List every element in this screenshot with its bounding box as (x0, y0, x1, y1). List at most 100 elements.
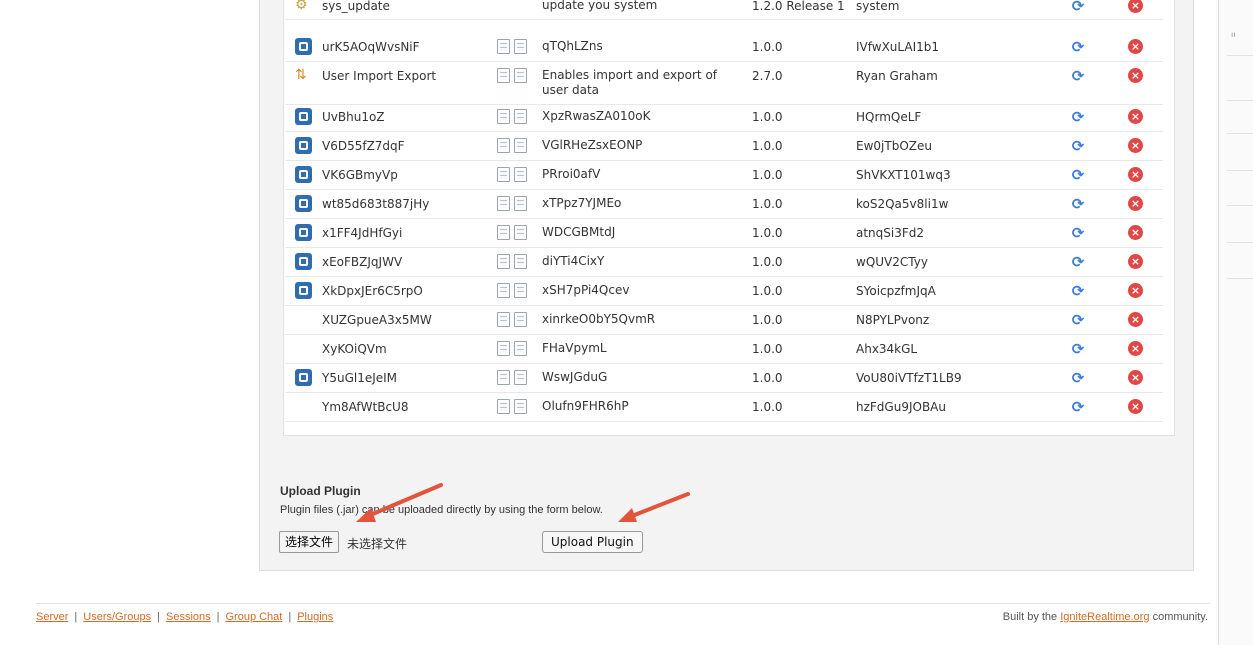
openfire-logo-icon (295, 195, 312, 212)
plugin-row: wt85d683t887jHy xTPpz7YJMEo 1.0.0 koS2Qa5v8… (285, 189, 1163, 219)
reload-icon[interactable]: ⟳ (1070, 283, 1086, 299)
delete-icon[interactable]: × (1128, 312, 1143, 327)
plugin-description: FHaVpymL (542, 341, 607, 355)
upload-plugin-button[interactable]: Upload Plugin (542, 531, 643, 553)
plugin-name: sys_update (322, 0, 390, 13)
reload-icon[interactable]: ⟳ (1070, 312, 1086, 328)
footer-credit: Built by the IgniteRealtime.org communit… (1002, 611, 1208, 623)
plugin-author: IVfwXuLAI1b1 (856, 40, 939, 54)
readme-icon[interactable] (497, 167, 510, 182)
openfire-logo-icon (295, 224, 312, 241)
reload-icon[interactable]: ⟳ (1070, 39, 1086, 55)
right-scrollbar[interactable]: ıı (1218, 0, 1253, 645)
delete-icon[interactable]: × (1128, 341, 1143, 356)
changelog-icon[interactable] (514, 254, 527, 269)
plugin-version: 1.0.0 (752, 226, 783, 240)
plugin-name: urK5AOqWvsNiF (322, 40, 420, 54)
changelog-icon[interactable] (514, 196, 527, 211)
readme-icon[interactable] (497, 39, 510, 54)
readme-icon[interactable] (497, 283, 510, 298)
plugin-row: XkDpxJEr6C5rpO xSH7pPi4Qcev 1.0.0 SYoicpzfm… (285, 276, 1163, 306)
changelog-icon[interactable] (514, 312, 527, 327)
delete-icon[interactable]: × (1128, 283, 1143, 298)
changelog-icon[interactable] (514, 283, 527, 298)
plugin-description: Olufn9FHR6hP (542, 399, 629, 413)
ignite-realtime-link[interactable]: IgniteRealtime.org (1060, 611, 1149, 623)
delete-icon[interactable]: × (1128, 68, 1143, 83)
plugin-name: XkDpxJEr6C5rpO (322, 284, 423, 298)
readme-icon[interactable] (497, 254, 510, 269)
reload-icon[interactable]: ⟳ (1070, 196, 1086, 212)
changelog-icon[interactable] (514, 68, 527, 83)
delete-icon[interactable]: × (1128, 196, 1143, 211)
delete-icon[interactable]: × (1128, 0, 1143, 13)
readme-icon[interactable] (497, 68, 510, 83)
plugin-version: 1.0.0 (752, 342, 783, 356)
plugin-name: V6D55fZ7dqF (322, 139, 405, 153)
plugin-author: koS2Qa5v8li1w (856, 197, 949, 211)
plugin-version: 1.0.0 (752, 313, 783, 327)
reload-icon[interactable]: ⟳ (1070, 370, 1086, 386)
reload-icon[interactable]: ⟳ (1070, 0, 1086, 14)
delete-icon[interactable]: × (1128, 167, 1143, 182)
plugin-description: xinrkeO0bY5QvmR (542, 312, 656, 326)
delete-icon[interactable]: × (1128, 254, 1143, 269)
plugin-author: Ew0jTbOZeu (856, 139, 932, 153)
plugin-author: N8PYLPvonz (856, 313, 930, 327)
delete-icon[interactable]: × (1128, 370, 1143, 385)
delete-icon[interactable]: × (1128, 109, 1143, 124)
plugin-author: VoU80iVTfzT1LB9 (856, 371, 962, 385)
plugin-version: 1.0.0 (752, 371, 783, 385)
readme-icon[interactable] (497, 225, 510, 240)
plugin-name: x1FF4JdHfGyi (322, 226, 403, 240)
changelog-icon[interactable] (514, 341, 527, 356)
reload-icon[interactable]: ⟳ (1070, 254, 1086, 270)
plugin-row: XUZGpueA3x5MW xinrkeO0bY5QvmR 1.0.0 N8PYLPv… (285, 305, 1163, 335)
reload-icon[interactable]: ⟳ (1070, 341, 1086, 357)
plugin-row: ⇅ User Import Export Enables import and ex… (285, 61, 1163, 105)
delete-icon[interactable]: × (1128, 225, 1143, 240)
readme-icon[interactable] (497, 109, 510, 124)
plugin-version: 1.0.0 (752, 284, 783, 298)
plugin-version: 1.0.0 (752, 110, 783, 124)
delete-icon[interactable]: × (1128, 399, 1143, 414)
footer-link-plugins[interactable]: Plugins (297, 611, 333, 623)
changelog-icon[interactable] (514, 399, 527, 414)
delete-icon[interactable]: × (1128, 138, 1143, 153)
user-import-icon: ⇅ (295, 67, 307, 83)
readme-icon[interactable] (497, 312, 510, 327)
reload-icon[interactable]: ⟳ (1070, 68, 1086, 84)
reload-icon[interactable]: ⟳ (1070, 138, 1086, 154)
reload-icon[interactable]: ⟳ (1070, 109, 1086, 125)
plugin-author: SYoicpzfmJqA (856, 284, 936, 298)
changelog-icon[interactable] (514, 39, 527, 54)
changelog-icon[interactable] (514, 109, 527, 124)
changelog-icon[interactable] (514, 138, 527, 153)
choose-file-button[interactable]: 选择文件 (279, 531, 340, 553)
changelog-icon[interactable] (514, 225, 527, 240)
reload-icon[interactable]: ⟳ (1070, 167, 1086, 183)
openfire-logo-icon (295, 369, 312, 386)
upload-plugin-title: Upload Plugin (280, 484, 361, 498)
plugin-description: update you system (542, 0, 658, 12)
readme-icon[interactable] (497, 196, 510, 211)
footer-link-sessions[interactable]: Sessions (166, 611, 211, 623)
readme-icon[interactable] (497, 370, 510, 385)
footer-link-users-groups[interactable]: Users/Groups (83, 611, 151, 623)
delete-icon[interactable]: × (1128, 39, 1143, 54)
plugin-description: WDCGBMtdJ (542, 225, 616, 239)
readme-icon[interactable] (497, 341, 510, 356)
changelog-icon[interactable] (514, 370, 527, 385)
openfire-logo-icon (295, 253, 312, 270)
plugin-version: 1.0.0 (752, 40, 783, 54)
reload-icon[interactable]: ⟳ (1070, 399, 1086, 415)
reload-icon[interactable]: ⟳ (1070, 225, 1086, 241)
plugin-row: Y5uGl1eJeIM WswJGduG 1.0.0 VoU80iVTfzT1LB9 ⟳… (285, 363, 1163, 393)
readme-icon[interactable] (497, 399, 510, 414)
plugin-description: WswJGduG (542, 370, 608, 384)
plugin-row: x1FF4JdHfGyi WDCGBMtdJ 1.0.0 atnqSi3Fd2 ⟳ × (285, 218, 1163, 248)
changelog-icon[interactable] (514, 167, 527, 182)
footer-link-group-chat[interactable]: Group Chat (225, 611, 282, 623)
footer-link-server[interactable]: Server (36, 611, 68, 623)
readme-icon[interactable] (497, 138, 510, 153)
